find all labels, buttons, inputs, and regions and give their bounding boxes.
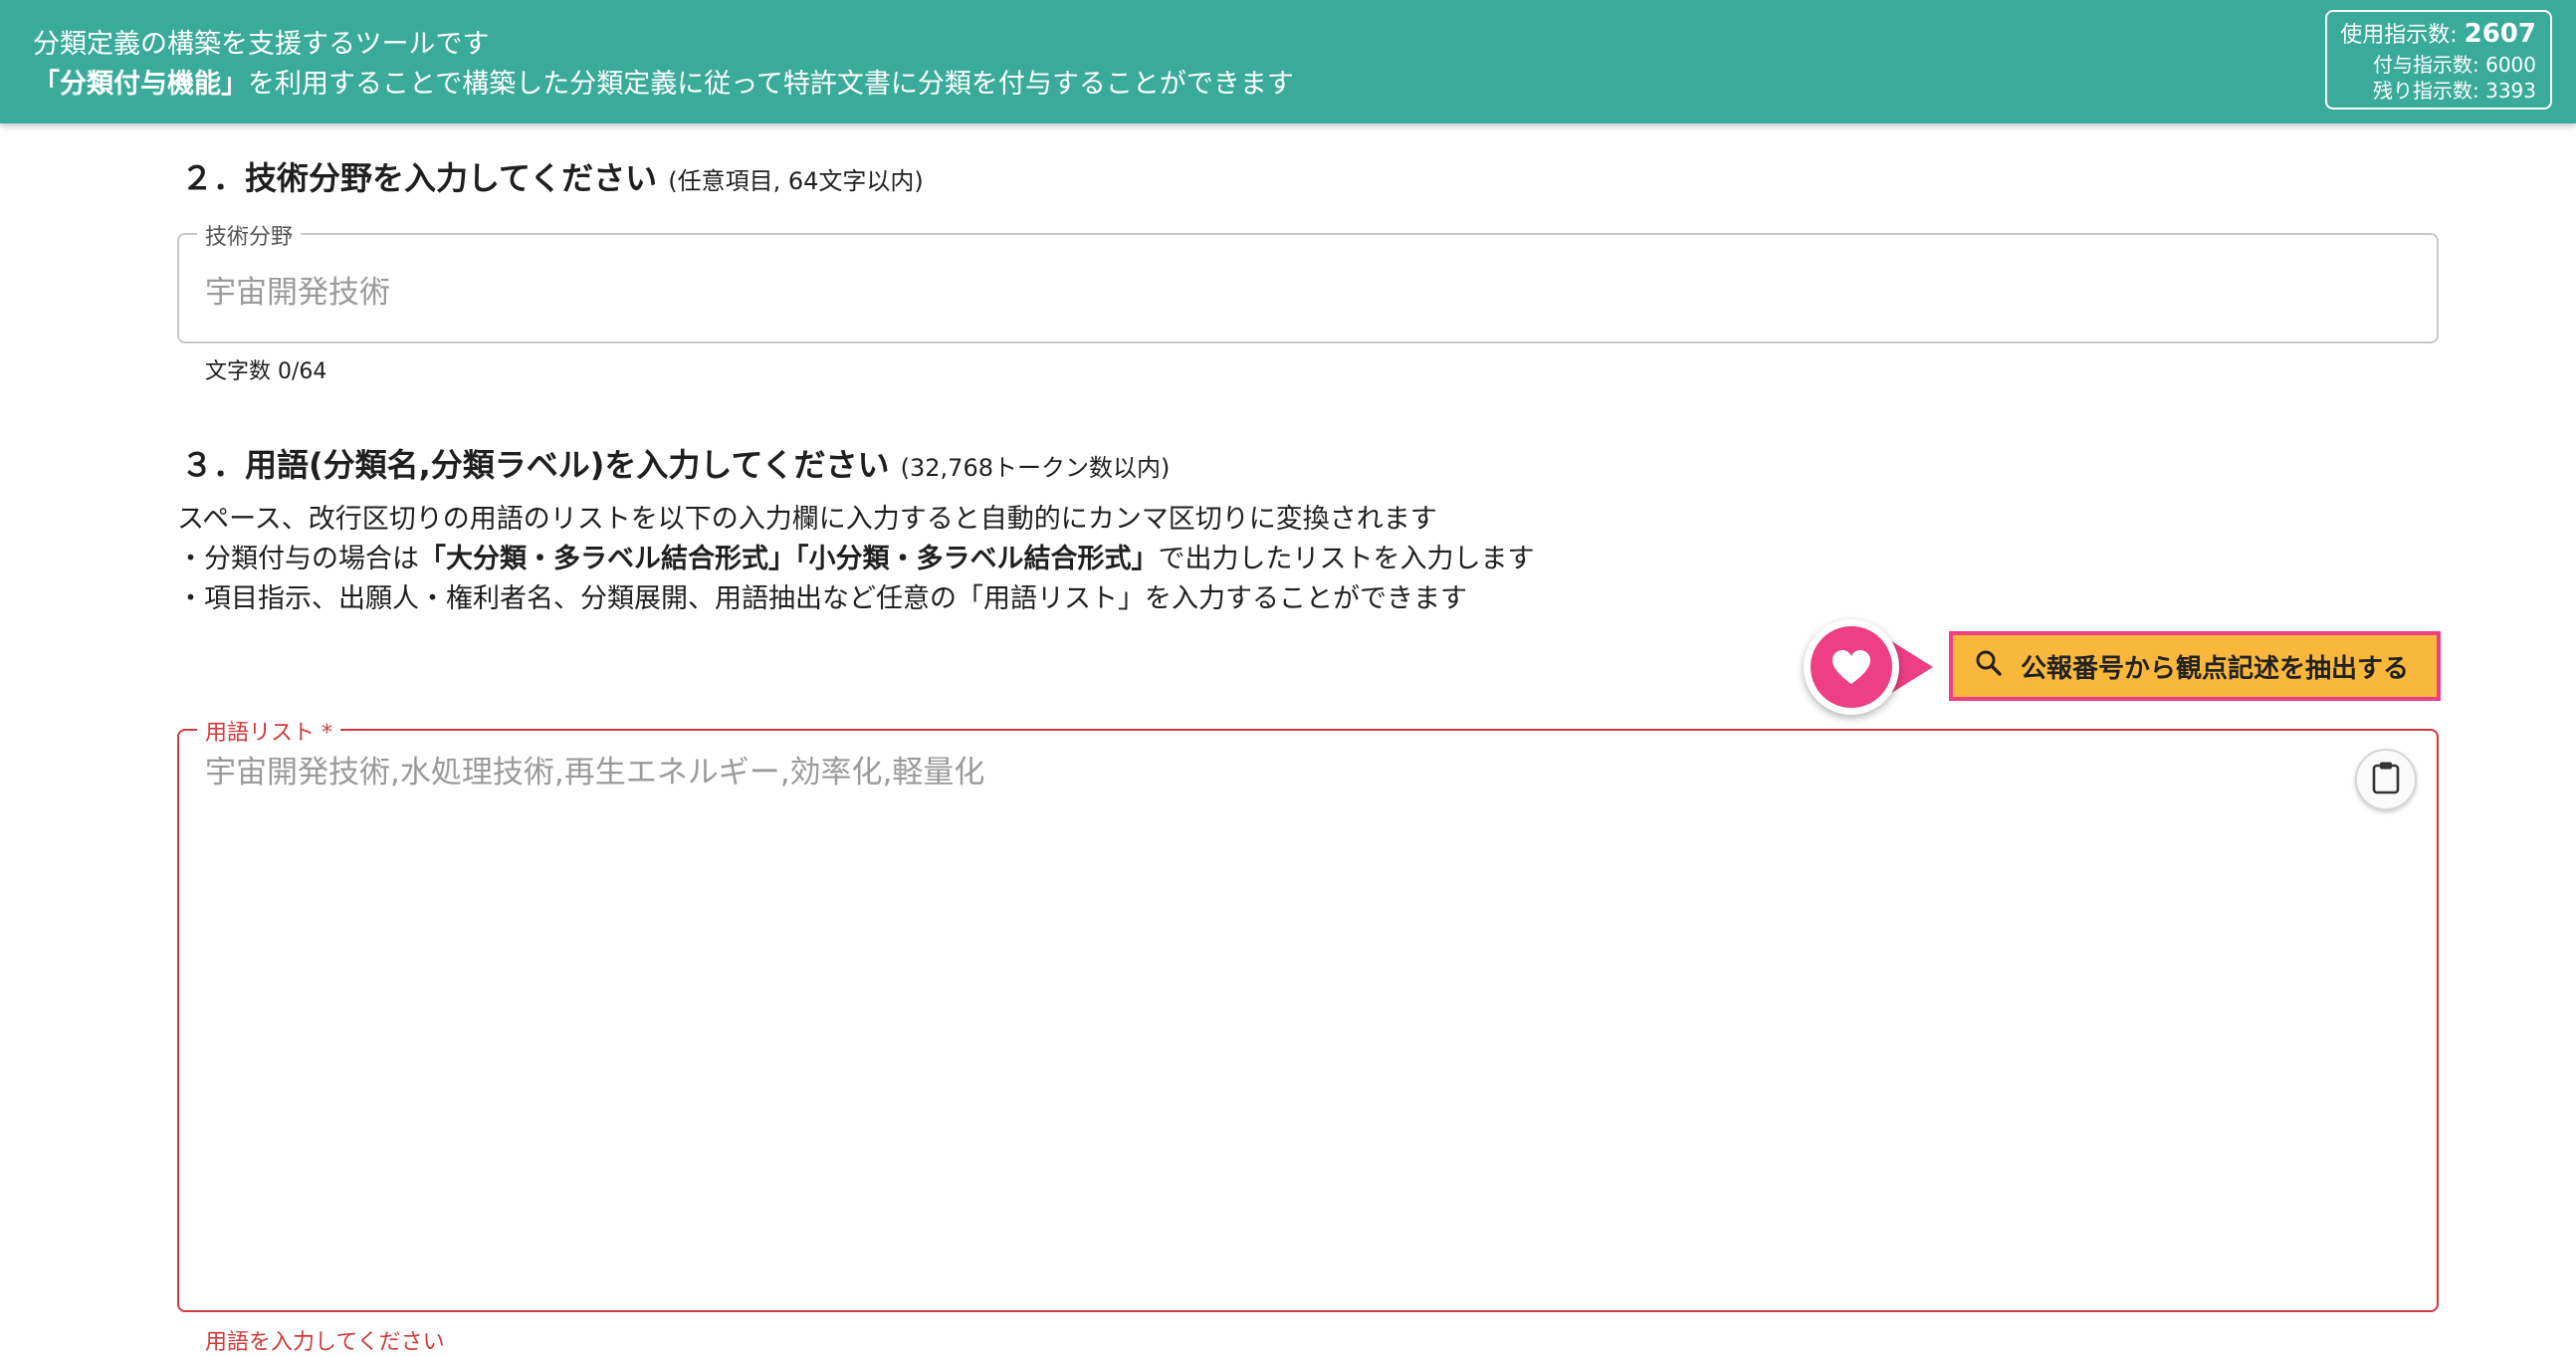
- paste-clipboard-button[interactable]: [2355, 749, 2417, 810]
- section2-heading: ２．技術分野を入力してください (任意項目, 64文字以内): [181, 159, 924, 197]
- desc-line-2: ・分類付与の場合は「大分類・多ラベル結合形式」「小分類・多ラベル結合形式」で出力…: [177, 544, 1535, 574]
- char-count: 文字数 0/64: [205, 359, 327, 384]
- header-subdescription: 「分類付与機能」を利用することで構築した分類定義に従って特許文書に分類を付与する…: [33, 62, 1294, 101]
- desc-line-1: スペース、改行区切りの用語のリストを以下の入力欄に入力すると自動的にカンマ区切り…: [177, 504, 1437, 535]
- section3-note: (32,768トークン数以内): [900, 454, 1171, 482]
- header-description: 分類定義の構築を支援するツールです: [33, 29, 490, 60]
- remaining-value: 3393: [2485, 79, 2536, 103]
- tech-field-input[interactable]: 技術分野 宇宙開発技術: [177, 219, 2439, 343]
- header-feature-name: 「分類付与機能」: [33, 69, 248, 100]
- term-list-textarea[interactable]: 用語リスト * 宇宙開発技術,水処理技術,再生エネルギー,効率化,軽量化: [177, 715, 2439, 1312]
- tech-field-label: 技術分野: [197, 219, 302, 251]
- desc-line-2-bold: 「大分類・多ラベル結合形式」「小分類・多ラベル結合形式」: [419, 544, 1159, 574]
- granted-value: 6000: [2485, 53, 2536, 77]
- remaining-label: 残り指示数:: [2372, 79, 2479, 103]
- usage-counter: 使用指示数: 2607 付与指示数: 6000 残り指示数: 3393: [2325, 10, 2552, 110]
- search-icon: [1975, 649, 2003, 684]
- used-value: 2607: [2464, 19, 2536, 49]
- section2-note: (任意項目, 64文字以内): [668, 167, 924, 195]
- app-header: 分類定義の構築を支援するツールです 「分類付与機能」を利用することで構築した分類…: [0, 0, 2576, 123]
- clipboard-icon: [2371, 761, 2401, 798]
- header-feature-text: を利用することで構築した分類定義に従って特許文書に分類を付与することができます: [248, 69, 1294, 100]
- term-list-label: 用語リスト *: [197, 715, 340, 747]
- extract-button-label: 公報番号から観点記述を抽出する: [2021, 653, 2410, 684]
- tech-field-placeholder: 宇宙開発技術: [205, 275, 390, 311]
- extract-from-publication-button[interactable]: 公報番号から観点記述を抽出する: [1949, 631, 2441, 701]
- term-list-placeholder: 宇宙開発技術,水処理技術,再生エネルギー,効率化,軽量化: [205, 755, 985, 791]
- term-list-error: 用語を入力してください: [205, 1330, 445, 1355]
- section3-description: スペース、改行区切りの用語のリストを以下の入力欄に入力すると自動的にカンマ区切り…: [177, 500, 1535, 619]
- used-label: 使用指示数:: [2340, 23, 2458, 48]
- heart-icon: [1804, 619, 1899, 715]
- desc-line-3: ・項目指示、出願人・権利者名、分類展開、用語抽出など任意の「用語リスト」を入力す…: [177, 583, 1467, 614]
- granted-label: 付与指示数:: [2372, 53, 2479, 77]
- section3-heading: ３．用語(分類名,分類ラベル)を入力してください (32,768トークン数以内): [181, 446, 1171, 484]
